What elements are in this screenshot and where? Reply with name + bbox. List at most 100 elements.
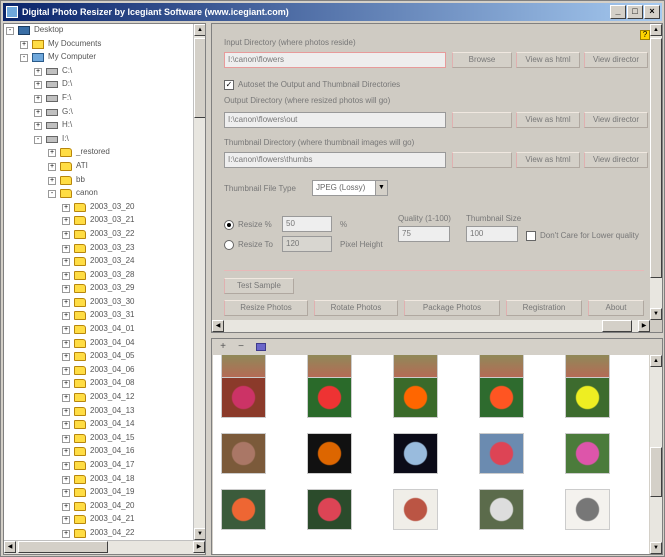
- thumbnail-image[interactable]: [307, 377, 352, 418]
- tree-item[interactable]: +2003_04_19: [4, 486, 194, 500]
- thumbnail-vertical-scrollbar[interactable]: ▲ ▼: [650, 355, 662, 554]
- thumb-view-directory-button[interactable]: View director: [584, 152, 648, 168]
- expand-icon[interactable]: +: [20, 40, 28, 49]
- browse-output-button[interactable]: [452, 112, 512, 128]
- expand-icon[interactable]: +: [34, 67, 42, 76]
- folder-tree[interactable]: - Desktop + My Documents - My Computer + C:\ + D:…: [3, 23, 206, 555]
- tree-item[interactable]: +2003_04_16: [4, 445, 194, 459]
- expand-icon[interactable]: +: [62, 230, 70, 239]
- expand-icon[interactable]: +: [62, 475, 70, 484]
- tree-item[interactable]: + ATI: [4, 160, 194, 174]
- about-button[interactable]: About: [588, 300, 644, 316]
- thumbnail-image[interactable]: [393, 377, 438, 418]
- tree-item[interactable]: +2003_03_30: [4, 296, 194, 310]
- tree-item[interactable]: + H:\: [4, 119, 194, 133]
- tree-item[interactable]: +2003_04_21: [4, 513, 194, 527]
- resize-percent-radio[interactable]: [224, 220, 234, 230]
- expand-icon[interactable]: +: [62, 271, 70, 280]
- expand-icon[interactable]: +: [62, 285, 70, 294]
- thumbnail-image[interactable]: [479, 377, 524, 418]
- expand-icon[interactable]: +: [62, 366, 70, 375]
- thumbnail-image[interactable]: [221, 433, 266, 474]
- chevron-down-icon[interactable]: ▼: [375, 181, 387, 195]
- resize-percent-field[interactable]: 50: [282, 216, 332, 232]
- tree-item[interactable]: +2003_03_23: [4, 242, 194, 256]
- collapse-icon[interactable]: -: [48, 190, 56, 199]
- collapse-icon[interactable]: -: [6, 27, 14, 35]
- tree-item[interactable]: +2003_04_12: [4, 391, 194, 405]
- output-view-as-html-button[interactable]: View as html: [516, 112, 580, 128]
- expand-icon[interactable]: +: [62, 353, 70, 362]
- tree-item[interactable]: +2003_03_24: [4, 255, 194, 269]
- expand-icon[interactable]: +: [62, 462, 70, 470]
- tree-item[interactable]: + F:\: [4, 92, 194, 106]
- view-as-html-button[interactable]: View as html: [516, 52, 580, 68]
- tree-horizontal-scrollbar[interactable]: ◀ ▶: [4, 540, 205, 554]
- resize-photos-button[interactable]: Resize Photos: [224, 300, 308, 316]
- scroll-up-arrow-icon[interactable]: ▲: [650, 24, 662, 36]
- expand-icon[interactable]: +: [62, 217, 70, 226]
- tree-item[interactable]: - canon: [4, 187, 194, 201]
- expand-icon[interactable]: +: [62, 203, 70, 212]
- expand-icon[interactable]: +: [34, 81, 42, 90]
- thumbnail-image[interactable]: [565, 377, 610, 418]
- expand-icon[interactable]: +: [62, 502, 70, 511]
- thumbnail-image[interactable]: [565, 433, 610, 474]
- thumbnail-image[interactable]: [221, 489, 266, 530]
- tree-item[interactable]: +2003_04_04: [4, 337, 194, 351]
- tree-item[interactable]: +2003_04_08: [4, 377, 194, 391]
- tree-item[interactable]: +2003_04_15: [4, 432, 194, 446]
- tree-item[interactable]: +2003_04_18: [4, 473, 194, 487]
- thumbnail-image[interactable]: [393, 433, 438, 474]
- tree-item[interactable]: + G:\: [4, 106, 194, 120]
- thumbnail-image[interactable]: [565, 489, 610, 530]
- expand-icon[interactable]: +: [48, 162, 56, 171]
- expand-icon[interactable]: +: [62, 421, 70, 430]
- scroll-down-arrow-icon[interactable]: ▼: [194, 528, 205, 540]
- tree-hscroll-thumb[interactable]: [18, 541, 108, 553]
- tree-item[interactable]: + D:\: [4, 78, 194, 92]
- browse-input-button[interactable]: Browse: [452, 52, 512, 68]
- scroll-down-arrow-icon[interactable]: ▼: [650, 308, 662, 320]
- tree-item[interactable]: +2003_04_01: [4, 323, 194, 337]
- settings-scroll-thumb[interactable]: [650, 38, 662, 278]
- scroll-up-arrow-icon[interactable]: ▲: [650, 355, 662, 367]
- view-directory-button[interactable]: View director: [584, 52, 648, 68]
- expand-icon[interactable]: +: [62, 312, 70, 321]
- tree-item[interactable]: + C:\: [4, 65, 194, 79]
- expand-icon[interactable]: +: [34, 122, 42, 131]
- test-sample-button[interactable]: Test Sample: [224, 278, 294, 294]
- expand-icon[interactable]: +: [62, 529, 70, 538]
- settings-hscroll-thumb[interactable]: [602, 320, 632, 332]
- thumbnail-image[interactable]: [479, 433, 524, 474]
- package-photos-button[interactable]: Package Photos: [404, 300, 500, 316]
- settings-horizontal-scrollbar[interactable]: ◀ ▶: [212, 320, 650, 332]
- thumbnail-image[interactable]: [307, 489, 352, 530]
- expand-icon[interactable]: +: [48, 176, 56, 185]
- tree-item[interactable]: - I:\: [4, 133, 194, 147]
- tree-vertical-scrollbar[interactable]: ▲ ▼: [193, 24, 205, 540]
- tree-item[interactable]: +2003_04_14: [4, 418, 194, 432]
- tree-item[interactable]: - Desktop: [4, 24, 194, 38]
- expand-icon[interactable]: +: [34, 94, 42, 103]
- expand-icon[interactable]: +: [62, 258, 70, 267]
- expand-icon[interactable]: +: [62, 434, 70, 443]
- thumbnail-scroll-thumb[interactable]: [650, 447, 662, 497]
- tree-item[interactable]: +2003_04_06: [4, 364, 194, 378]
- expand-icon[interactable]: +: [34, 108, 42, 117]
- input-dir-field[interactable]: I:\canon\flowers: [224, 52, 446, 68]
- tree-item[interactable]: +2003_03_29: [4, 282, 194, 296]
- expand-icon[interactable]: +: [62, 244, 70, 253]
- output-dir-field[interactable]: I:\canon\flowers\out: [224, 112, 446, 128]
- expand-icon[interactable]: +: [62, 380, 70, 389]
- expand-icon[interactable]: +: [62, 489, 70, 498]
- expand-icon[interactable]: +: [62, 407, 70, 416]
- expand-icon[interactable]: +: [62, 326, 70, 335]
- tree-item[interactable]: + bb: [4, 174, 194, 188]
- resize-pixels-radio[interactable]: [224, 240, 234, 250]
- close-button[interactable]: ×: [644, 5, 660, 19]
- tree-item[interactable]: +2003_04_20: [4, 500, 194, 514]
- expand-icon[interactable]: +: [62, 394, 70, 403]
- quality-field[interactable]: 75: [398, 226, 450, 242]
- thumb-dir-field[interactable]: I:\canon\flowers\thumbs: [224, 152, 446, 168]
